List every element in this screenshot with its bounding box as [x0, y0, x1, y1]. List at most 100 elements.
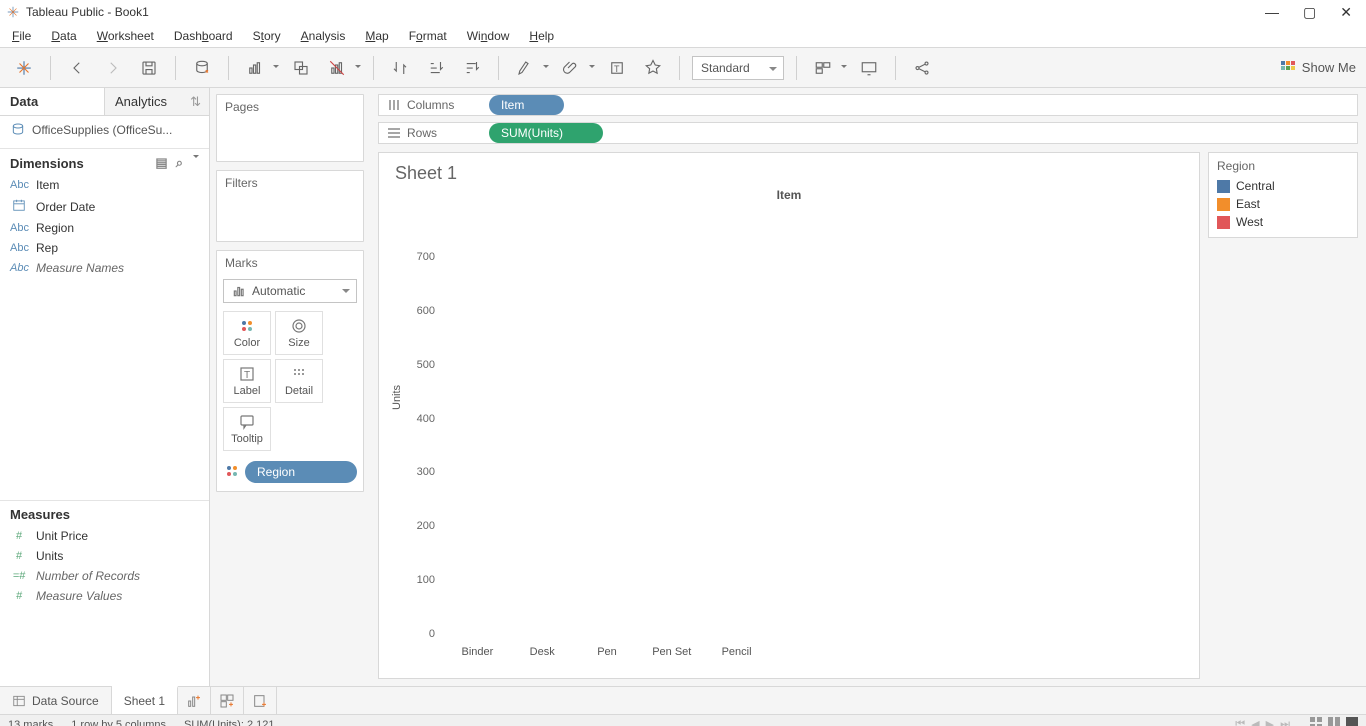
status-rows: 1 row by 5 columns	[71, 719, 166, 726]
y-tick: 200	[417, 520, 435, 532]
new-worksheet-tab[interactable]	[178, 687, 211, 714]
mark-type-selector[interactable]: Automatic	[223, 279, 357, 303]
rows-shelf[interactable]: Rows SUM(Units)	[378, 122, 1358, 144]
x-label: Binder	[454, 646, 500, 658]
new-sheet-button[interactable]	[241, 54, 279, 82]
status-marks: 13 marks	[8, 719, 53, 726]
view-single-icon[interactable]	[1346, 717, 1358, 726]
y-tick: 700	[417, 251, 435, 263]
attach-button[interactable]	[557, 54, 595, 82]
mark-card-detail[interactable]: Detail	[275, 359, 323, 403]
label-button[interactable]: T	[603, 54, 631, 82]
y-tick: 300	[417, 466, 435, 478]
legend-title: Region	[1217, 159, 1349, 173]
duplicate-button[interactable]	[287, 54, 315, 82]
share-button[interactable]	[908, 54, 936, 82]
menu-dashboard[interactable]: Dashboard	[174, 29, 233, 43]
nav-prev-icon[interactable]: ◀	[1251, 718, 1259, 726]
measure-field[interactable]: #Measure Values	[0, 586, 209, 606]
measures-header: Measures	[0, 500, 209, 526]
legend-item[interactable]: West	[1217, 213, 1349, 231]
highlight-button[interactable]	[511, 54, 549, 82]
status-bar: 13 marks 1 row by 5 columns SUM(Units): …	[0, 714, 1366, 726]
shelves-pane: Pages Filters Marks Automatic ColorSizeT…	[210, 88, 370, 686]
menu-help[interactable]: Help	[529, 29, 554, 43]
mark-card-size[interactable]: Size	[275, 311, 323, 355]
tableau-icon[interactable]	[10, 54, 38, 82]
menubar: File Data Worksheet Dashboard Story Anal…	[0, 24, 1366, 48]
sheet1-tab[interactable]: Sheet 1	[112, 686, 178, 714]
sort-desc-button[interactable]	[458, 54, 486, 82]
measure-field[interactable]: =#Number of Records	[0, 566, 209, 586]
measure-field[interactable]: #Unit Price	[0, 526, 209, 546]
pin-button[interactable]	[639, 54, 667, 82]
x-label: Desk	[519, 646, 565, 658]
fit-selector[interactable]: Standard	[692, 56, 784, 80]
color-dots-icon	[223, 464, 241, 481]
menu-format[interactable]: Format	[409, 29, 447, 43]
view-grid-icon[interactable]	[1310, 717, 1322, 726]
menu-story[interactable]: Story	[253, 29, 281, 43]
nav-next-icon[interactable]: ▶	[1266, 718, 1274, 726]
chart-canvas[interactable]: Sheet 1 Item Units 010020030040050060070…	[378, 152, 1200, 679]
dimension-field[interactable]: AbcItem	[0, 175, 209, 195]
rows-pill-sum-units[interactable]: SUM(Units)	[489, 123, 603, 143]
data-tab[interactable]: Data	[0, 88, 104, 115]
sheet-tabs: Data Source Sheet 1	[0, 686, 1366, 714]
titlebar: Tableau Public - Book1 — ▢ ✕	[0, 0, 1366, 24]
swap-button[interactable]	[386, 54, 414, 82]
show-me-button[interactable]: Show Me	[1280, 60, 1356, 76]
data-source-tab[interactable]: Data Source	[0, 687, 112, 714]
dimension-field[interactable]: Order Date	[0, 195, 209, 218]
minimize-button[interactable]: —	[1265, 5, 1279, 19]
legend-card[interactable]: Region CentralEastWest	[1208, 152, 1358, 238]
nav-last-icon[interactable]: ⏭	[1280, 718, 1290, 726]
clear-button[interactable]	[323, 54, 361, 82]
new-datasource-button[interactable]	[188, 54, 216, 82]
menu-map[interactable]: Map	[365, 29, 388, 43]
view-list-icon[interactable]: ▤	[155, 155, 167, 171]
legend-item[interactable]: East	[1217, 195, 1349, 213]
mark-card-tooltip[interactable]: Tooltip	[223, 407, 271, 451]
y-tick: 500	[417, 359, 435, 371]
view-split-icon[interactable]	[1328, 717, 1340, 726]
menu-worksheet[interactable]: Worksheet	[97, 29, 154, 43]
dimension-field[interactable]: AbcMeasure Names	[0, 258, 209, 278]
save-button[interactable]	[135, 54, 163, 82]
mark-card-color[interactable]: Color	[223, 311, 271, 355]
sheet-title[interactable]: Sheet 1	[395, 163, 1189, 184]
x-label: Pencil	[714, 646, 760, 658]
mark-card-label[interactable]: TLabel	[223, 359, 271, 403]
dimension-field[interactable]: AbcRegion	[0, 218, 209, 238]
nav-first-icon[interactable]: ⏮	[1235, 718, 1245, 726]
pages-shelf[interactable]: Pages	[216, 94, 364, 162]
menu-analysis[interactable]: Analysis	[301, 29, 346, 43]
columns-shelf[interactable]: Columns Item	[378, 94, 1358, 116]
forward-button[interactable]	[99, 54, 127, 82]
new-dashboard-tab[interactable]	[211, 687, 244, 714]
menu-data[interactable]: Data	[51, 29, 76, 43]
close-button[interactable]: ✕	[1340, 5, 1352, 19]
menu-window[interactable]: Window	[467, 29, 510, 43]
menu-file[interactable]: File	[12, 29, 31, 43]
dimensions-header: Dimensions ▤⌕	[0, 149, 209, 175]
legend-item[interactable]: Central	[1217, 177, 1349, 195]
columns-pill-item[interactable]: Item	[489, 95, 564, 115]
search-icon[interactable]: ⌕	[176, 155, 183, 171]
dimension-field[interactable]: AbcRep	[0, 238, 209, 258]
sort-asc-button[interactable]	[422, 54, 450, 82]
marks-color-pill[interactable]: Region	[245, 461, 357, 483]
svg-text:T: T	[244, 370, 250, 381]
measure-field[interactable]: #Units	[0, 546, 209, 566]
marks-card: Marks Automatic ColorSizeTLabelDetailToo…	[216, 250, 364, 492]
show-cards-button[interactable]	[809, 54, 847, 82]
new-story-tab[interactable]	[244, 687, 277, 714]
presentation-button[interactable]	[855, 54, 883, 82]
back-button[interactable]	[63, 54, 91, 82]
analytics-tab[interactable]: Analytics⇅	[105, 88, 209, 115]
y-tick: 0	[429, 628, 435, 640]
maximize-button[interactable]: ▢	[1303, 5, 1316, 19]
datasource-row[interactable]: OfficeSupplies (OfficeSu...	[0, 116, 209, 149]
data-pane: Data Analytics⇅ OfficeSupplies (OfficeSu…	[0, 88, 210, 686]
filters-shelf[interactable]: Filters	[216, 170, 364, 242]
